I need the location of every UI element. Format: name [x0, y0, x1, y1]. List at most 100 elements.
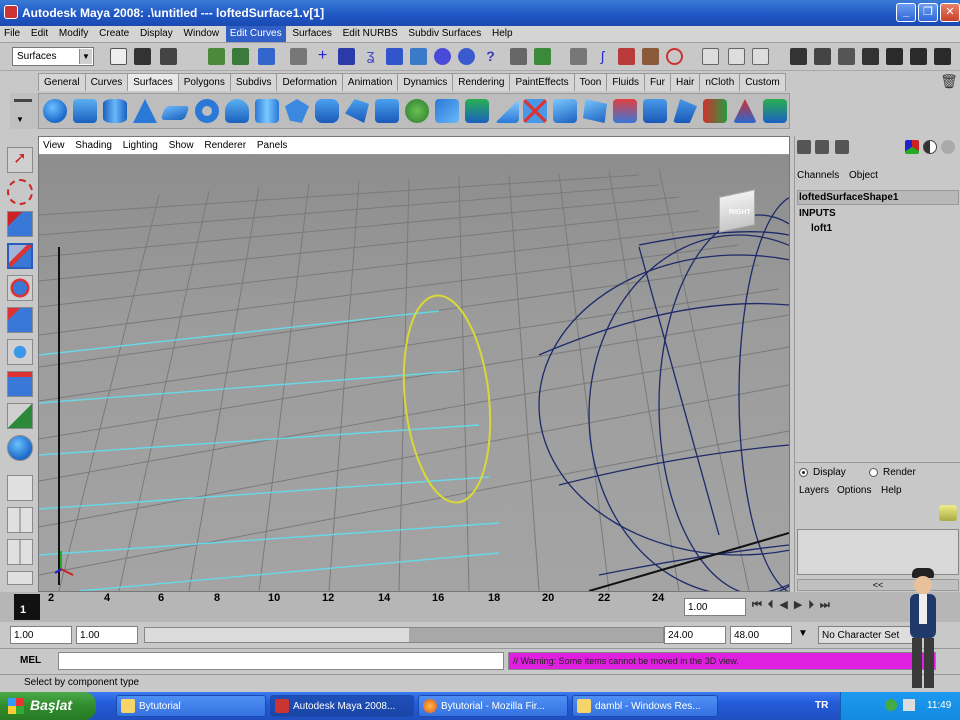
attach-surfaces-icon[interactable] [583, 99, 607, 123]
select-by-misc-icon[interactable]: ? [482, 48, 499, 65]
shelf-tab-dynamics[interactable]: Dynamics [397, 73, 454, 91]
loft-icon[interactable] [255, 99, 279, 123]
extrude-icon[interactable] [315, 99, 339, 123]
intersect-surfaces-icon[interactable] [495, 99, 519, 123]
last-tool-used-icon[interactable] [7, 435, 33, 461]
render-globals-icon[interactable] [862, 48, 879, 65]
current-time-marker[interactable] [14, 594, 40, 620]
layers-menu-help[interactable]: Help [881, 485, 902, 496]
playback-start-field[interactable]: 1.00 [76, 626, 138, 644]
nurbs-torus-icon[interactable] [195, 99, 219, 123]
snap-to-view-planes-icon[interactable] [642, 48, 659, 65]
ipr-render-icon[interactable] [838, 48, 855, 65]
output-connections-icon[interactable] [728, 48, 745, 65]
pick-mask-icon[interactable] [290, 48, 307, 65]
four-pane-layout-icon[interactable] [7, 507, 33, 533]
viewport-menu-shading[interactable]: Shading [71, 137, 116, 151]
shelf-tab-fluids[interactable]: Fluids [606, 73, 646, 91]
shelf-tab-painteffects[interactable]: PaintEffects [509, 73, 575, 91]
detach-surfaces-icon[interactable] [613, 99, 637, 123]
menu-edit-curves[interactable]: Edit Curves [225, 26, 286, 42]
rebuild-surfaces-icon[interactable] [763, 99, 787, 123]
trash-icon[interactable]: 🗑 [940, 73, 958, 91]
layers-menu-options[interactable]: Options [837, 485, 871, 496]
shelf-tab-subdivs[interactable]: Subdivs [229, 73, 278, 91]
render-current-frame-icon[interactable] [814, 48, 831, 65]
bevel-icon[interactable] [435, 99, 459, 123]
new-scene-icon[interactable] [110, 48, 127, 65]
open-close-surfaces-icon[interactable] [673, 99, 697, 123]
birail-icon[interactable] [345, 99, 369, 123]
range-handle[interactable] [145, 628, 409, 642]
make-live-icon[interactable] [666, 48, 683, 65]
menu-edit[interactable]: Edit [27, 26, 52, 42]
layers-menu-layers[interactable]: Layers [799, 485, 829, 496]
select-object-icon[interactable] [232, 48, 249, 65]
animation-start-field[interactable]: 1.00 [10, 626, 72, 644]
perspective-viewport[interactable]: View Shading Lighting Show Renderer Pane… [38, 136, 940, 599]
shelf-tab-toon[interactable]: Toon [573, 73, 608, 91]
shelf-tab-general[interactable]: General [38, 73, 86, 91]
network-icon[interactable] [885, 699, 897, 711]
viewport-menu-view[interactable]: View [39, 137, 69, 151]
menu-modify[interactable]: Modify [55, 26, 92, 42]
menu-file[interactable]: File [0, 26, 24, 42]
taskbar-button-firefox[interactable]: Bytutorial - Mozilla Fir... [418, 695, 568, 717]
scale-tool-icon[interactable] [7, 307, 33, 333]
single-pane-layout-icon[interactable] [7, 475, 33, 501]
lasso-tool-icon[interactable] [7, 179, 33, 205]
select-tool-icon[interactable]: ➚ [7, 147, 33, 173]
insert-isoparms-icon[interactable] [703, 99, 727, 123]
render-view-icon[interactable] [790, 48, 807, 65]
menu-set-selector[interactable]: Surfaces ▼ [12, 47, 94, 66]
persp-graph-layout-icon[interactable] [7, 571, 33, 585]
nurbs-plane-icon[interactable] [160, 106, 190, 120]
show-attribute-editor-icon[interactable] [910, 48, 927, 65]
menu-create[interactable]: Create [95, 26, 133, 42]
snap-to-points-icon[interactable] [618, 48, 635, 65]
shelf-tab-surfaces[interactable]: Surfaces [127, 73, 179, 91]
show-manipulator-icon[interactable] [7, 403, 33, 429]
open-scene-icon[interactable] [134, 48, 151, 65]
nurbs-cube-icon[interactable] [73, 99, 97, 123]
menu-window[interactable]: Window [180, 26, 224, 42]
planar-icon[interactable] [285, 99, 309, 123]
soft-modification-icon[interactable] [7, 371, 33, 397]
playback-controls[interactable]: ⏮⏴◀▶⏵⏭ [752, 598, 892, 616]
playback-end-field[interactable]: 24.00 [664, 626, 726, 644]
mel-input[interactable] [58, 652, 504, 670]
channel-box-icon[interactable] [797, 140, 811, 154]
mel-label[interactable]: MEL [20, 655, 41, 666]
layer-editor-icon[interactable] [815, 140, 829, 154]
viewport-menu-panels[interactable]: Panels [253, 137, 292, 151]
input-node-name[interactable]: loft1 [811, 223, 832, 234]
select-by-curve-icon[interactable]: ʓ [362, 48, 379, 65]
select-by-dynamic-icon[interactable] [434, 48, 451, 65]
select-component-icon[interactable] [258, 48, 275, 65]
language-indicator[interactable]: TR [815, 700, 828, 711]
nurbs-cone-icon[interactable] [133, 99, 157, 123]
menu-help[interactable]: Help [488, 26, 517, 42]
shelf-tabs-toggle-icon[interactable] [14, 99, 32, 102]
snap-to-grids-icon[interactable] [570, 48, 587, 65]
viewport-menu-show[interactable]: Show [165, 137, 198, 151]
save-scene-icon[interactable] [160, 48, 177, 65]
snap-to-curves-icon[interactable]: ʃ [594, 48, 611, 65]
time-slider[interactable]: 1 2 4 6 8 10 12 14 16 18 20 22 24 1.00 ⏮… [0, 592, 960, 622]
extend-surfaces-icon[interactable] [733, 99, 757, 123]
render-radio[interactable] [869, 468, 878, 477]
shelf-tab-polygons[interactable]: Polygons [177, 73, 231, 91]
nurbs-sphere-icon[interactable] [43, 99, 67, 123]
display-radio[interactable] [799, 468, 808, 477]
lock-selection-icon[interactable] [510, 48, 527, 65]
highlight-selection-icon[interactable] [534, 48, 551, 65]
minimize-button[interactable]: _ [896, 3, 916, 22]
view-cube[interactable]: RIGHT [713, 187, 763, 235]
volume-icon[interactable] [903, 699, 915, 711]
select-by-handle-icon[interactable]: + [314, 48, 331, 65]
trim-tool-icon[interactable] [523, 99, 547, 123]
start-button[interactable]: Başlat [0, 692, 96, 720]
selected-nurbs-circle[interactable] [394, 291, 499, 507]
show-channel-box-icon[interactable] [886, 48, 903, 65]
taskbar-button-maya[interactable]: Autodesk Maya 2008... [270, 695, 414, 717]
